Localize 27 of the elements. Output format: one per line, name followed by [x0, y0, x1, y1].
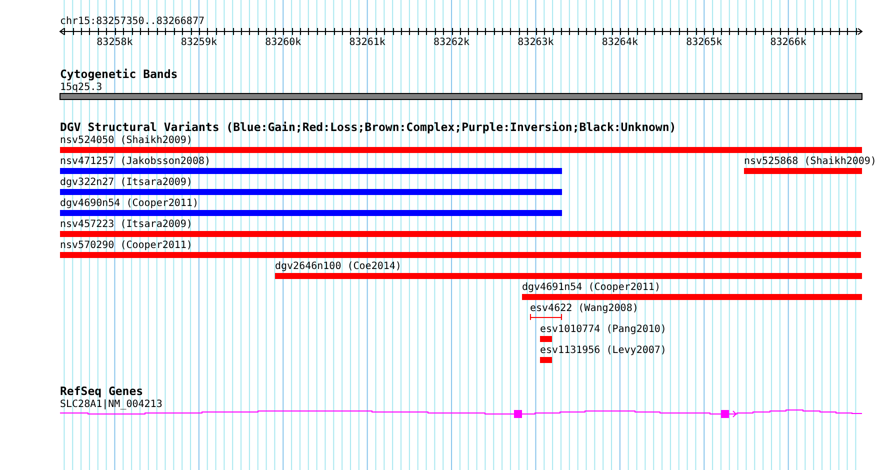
variant-label: nsv525868 (Shaikh2009)	[744, 156, 876, 167]
tick-label: 83259k	[180, 37, 217, 48]
variant-label: dgv322n27 (Itsara2009)	[60, 177, 192, 188]
variant-label: nsv457223 (Itsara2009)	[60, 219, 192, 230]
tick-label: 83261k	[349, 37, 386, 48]
tick-label: 83265k	[686, 37, 722, 48]
tick-label: 83262k	[433, 37, 470, 48]
tick-label: 83263k	[518, 37, 554, 48]
tick-label: 83264k	[602, 37, 638, 48]
variant-label: nsv524050 (Shaikh2009)	[60, 135, 192, 146]
variant-label: esv1010774 (Pang2010)	[540, 324, 666, 335]
variant-label: nsv570290 (Cooper2011)	[60, 240, 192, 251]
tick-label: 83258k	[96, 37, 133, 48]
tick-label: 83260k	[265, 37, 302, 48]
band-label: 15q25.3	[60, 82, 102, 93]
variant-label: nsv471257 (Jakobsson2008)	[60, 156, 211, 167]
gene-label: SLC28A1|NM_004213	[60, 399, 162, 410]
track-title: DGV Structural Variants (Blue:Gain;Red:Loss;Brown:Complex;Purple:Inversion;Black:Unknown)	[60, 120, 676, 134]
variant-label: dgv4691n54 (Cooper2011)	[522, 282, 660, 293]
track-title: RefSeq Genes	[60, 384, 144, 398]
coordinate-label: chr15:83257350..83266877	[60, 16, 204, 27]
variant-label: dgv4690n54 (Cooper2011)	[60, 198, 198, 209]
variant-label: esv1131956 (Levy2007)	[540, 345, 666, 356]
variant-label: dgv2646n100 (Coe2014)	[275, 261, 402, 272]
track-title: Cytogenetic Bands	[60, 67, 178, 81]
tick-label: 83266k	[770, 37, 806, 48]
variant-label: esv4622 (Wang2008)	[530, 303, 638, 314]
